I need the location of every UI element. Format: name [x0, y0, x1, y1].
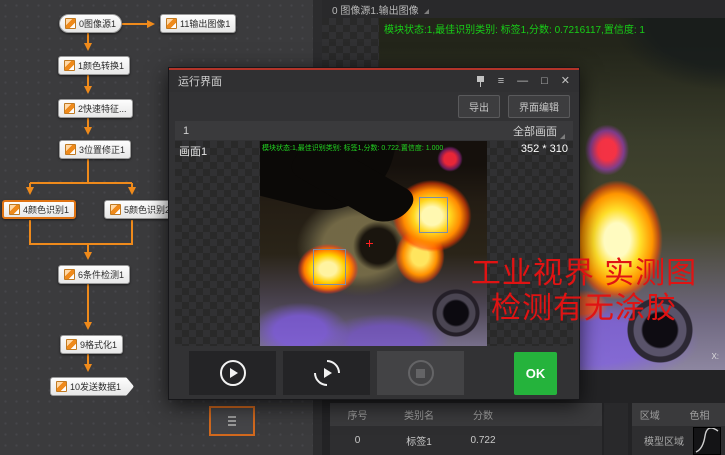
menu-icon[interactable]: ≡ [498, 76, 504, 87]
flow-node-send-data[interactable]: 10发送数据1 [50, 377, 134, 396]
cell-score: 0.722 [453, 435, 513, 446]
node-label: 6条件检测1 [78, 268, 124, 281]
col-class: 类别名 [385, 407, 453, 422]
region-thumbnail [693, 427, 721, 455]
interface-edit-button[interactable]: 界面编辑 [508, 95, 570, 118]
flow-node-color-convert[interactable]: 1颜色转换1 [58, 56, 130, 75]
color-convert-icon [64, 60, 75, 71]
node-label: 2快速特征... [78, 102, 127, 115]
app-root: 0 图像源1.输出图像 模块状态:1,最佳识别类别: 标签1,分数: 0.721… [0, 0, 725, 455]
image-source-title: 0 图像源1.输出图像 [332, 2, 419, 17]
cursor-coordinate-label: X: [711, 352, 719, 361]
pin-icon[interactable] [476, 75, 485, 87]
color-recognition-icon [9, 204, 20, 215]
dialog-toolbar: 导出 界面编辑 [458, 95, 570, 118]
result-table-header: 序号 类别名 分数 [330, 403, 602, 426]
node-label: 5颜色识别2 [124, 203, 170, 216]
dropdown-grip-icon [424, 9, 429, 14]
col-hue: 色相 [690, 407, 725, 422]
flow-node-output-image[interactable]: 11输出图像1 [160, 14, 236, 33]
fast-feature-icon [64, 103, 75, 114]
flow-node-image-source[interactable]: 0图像源1 [59, 14, 122, 33]
minimize-icon[interactable]: — [517, 76, 528, 87]
node-label: 3位置修正1 [79, 143, 125, 156]
run-interface-dialog: 运行界面 ≡ — □ ✕ 导出 界面编辑 1 全部画面 画面1 352 * 31… [168, 67, 580, 400]
port-icon [228, 424, 236, 426]
view-selector-row: 1 全部画面 [175, 121, 573, 140]
port-icon [228, 420, 236, 422]
view-index: 1 [183, 125, 189, 137]
cell-class: 标签1 [385, 433, 453, 448]
module-status-text: 模块状态:1,最佳识别类别: 标签1,分数: 0.7216117,置信度: 1 [384, 21, 645, 36]
flow-node-fast-feature[interactable]: 2快速特征... [58, 99, 133, 118]
node-label: 0图像源1 [79, 17, 116, 30]
format-icon [66, 339, 77, 350]
stop-button-disabled [377, 351, 464, 395]
node-label: 10发送数据1 [70, 380, 121, 393]
table-scroll-strip[interactable] [604, 403, 628, 455]
view-all-dropdown[interactable]: 全部画面 [513, 123, 565, 139]
node-label: 4颜色识别1 [23, 203, 69, 216]
dialog-titlebar[interactable]: 运行界面 ≡ — □ ✕ [169, 70, 579, 92]
maximize-icon[interactable]: □ [541, 76, 548, 87]
table-row[interactable]: 0 标签1 0.722 [330, 426, 602, 455]
node-label: 9格式化1 [80, 338, 117, 351]
dropdown-grip-icon [560, 134, 565, 139]
export-button[interactable]: 导出 [458, 95, 500, 118]
run-once-button[interactable] [189, 351, 276, 395]
color-recognition-icon [110, 204, 121, 215]
image-source-icon [65, 18, 76, 29]
flow-node-color-recognition-2[interactable]: 5颜色识别2 [104, 200, 176, 219]
flow-node-condition-check[interactable]: 6条件检测1 [58, 265, 130, 284]
node-label: 11输出图像1 [180, 17, 230, 30]
play-icon [220, 360, 246, 386]
flow-node-position-fix[interactable]: 3位置修正1 [59, 140, 131, 159]
detection-box [419, 197, 448, 233]
camera-frame-image: 模块状态:1,最佳识别类别: 标签1,分数: 0.722,置信度: 1.000 [260, 141, 487, 346]
loop-play-icon [308, 355, 345, 392]
send-data-icon [56, 381, 67, 392]
frame-label: 画面1 [179, 143, 207, 159]
port-icon [228, 416, 236, 418]
node-label: 1颜色转换1 [78, 59, 124, 72]
region-table-row[interactable]: 模型区域 [632, 426, 725, 455]
flow-node-partial-selected[interactable] [209, 406, 255, 436]
col-region: 区域 [632, 407, 668, 422]
image-view-header[interactable]: 0 图像源1.输出图像 [322, 0, 725, 18]
close-icon[interactable]: ✕ [561, 76, 570, 87]
position-fix-icon [65, 144, 76, 155]
region-table-header: 区域 色相 [632, 403, 725, 426]
region-row-label: 模型区域 [644, 433, 684, 448]
run-continuous-button[interactable] [283, 351, 370, 395]
frame-size-label: 352 * 310 [521, 143, 568, 155]
detection-box [313, 249, 346, 285]
col-index: 序号 [330, 407, 385, 422]
view-all-label: 全部画面 [513, 123, 557, 139]
cell-index: 0 [330, 435, 385, 446]
frame-status-text: 模块状态:1,最佳识别类别: 标签1,分数: 0.722,置信度: 1.000 [262, 143, 443, 153]
dialog-title: 运行界面 [178, 73, 222, 89]
stop-icon [408, 360, 434, 386]
col-score: 分数 [453, 407, 513, 422]
condition-check-icon [64, 269, 75, 280]
output-image-icon [166, 18, 177, 29]
ok-button[interactable]: OK [514, 352, 557, 395]
flow-node-format[interactable]: 9格式化1 [60, 335, 123, 354]
flow-node-color-recognition-1[interactable]: 4颜色识别1 [2, 200, 76, 219]
center-marker-icon [366, 240, 373, 247]
dialog-image-area[interactable]: 画面1 352 * 310 模块状态:1,最佳识别类别: 标签1,分数: 0.7… [175, 141, 573, 346]
